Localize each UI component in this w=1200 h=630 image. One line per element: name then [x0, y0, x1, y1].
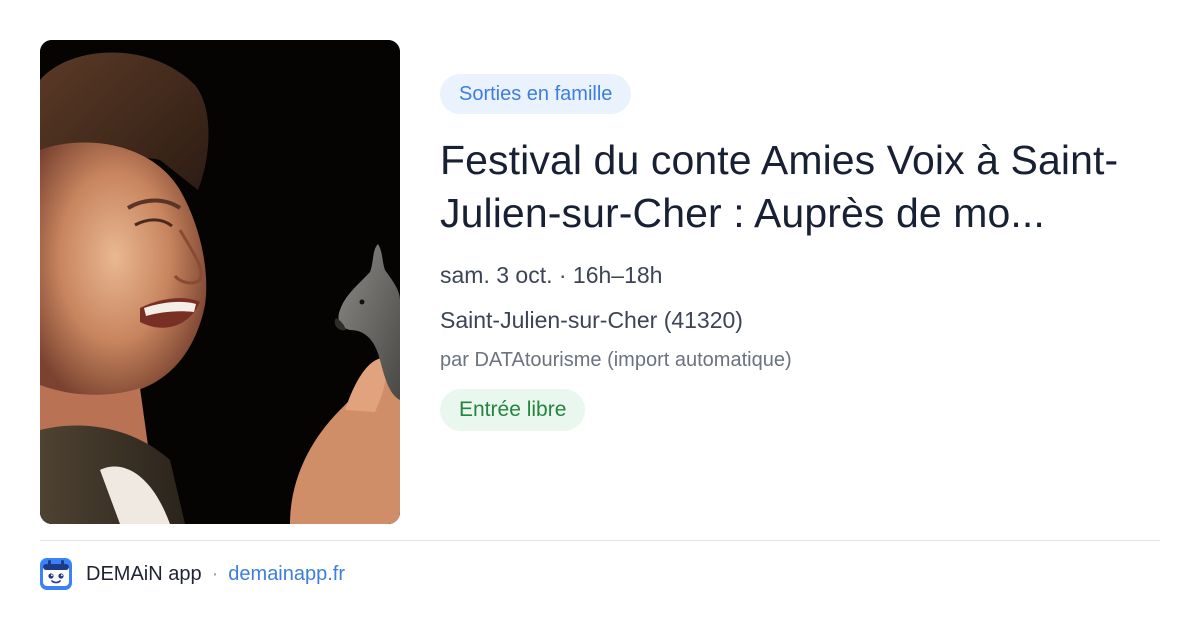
footer-divider — [40, 540, 1160, 541]
event-photo[interactable] — [40, 40, 400, 524]
event-details: Sorties en famille Festival du conte Ami… — [440, 74, 1160, 431]
footer: DEMAiN app · demainapp.fr — [40, 558, 345, 590]
category-badge[interactable]: Sorties en famille — [440, 74, 632, 114]
app-domain-link[interactable]: demainapp.fr — [228, 563, 345, 586]
event-title[interactable]: Festival du conte Amies Voix à Saint-Jul… — [440, 134, 1140, 240]
app-logo-icon — [40, 558, 72, 590]
app-name: DEMAiN app — [86, 562, 202, 585]
price-badge: Entrée libre — [440, 389, 586, 431]
event-card[interactable]: Sorties en famille Festival du conte Ami… — [40, 40, 1160, 524]
event-date-time: sam. 3 oct. · 16h–18h — [440, 262, 663, 288]
storyteller-image — [40, 40, 400, 524]
event-location: Saint-Julien-sur-Cher (41320) — [440, 307, 743, 333]
footer-separator: · — [211, 562, 219, 585]
event-source: par DATAtourisme (import automatique) — [440, 349, 792, 371]
